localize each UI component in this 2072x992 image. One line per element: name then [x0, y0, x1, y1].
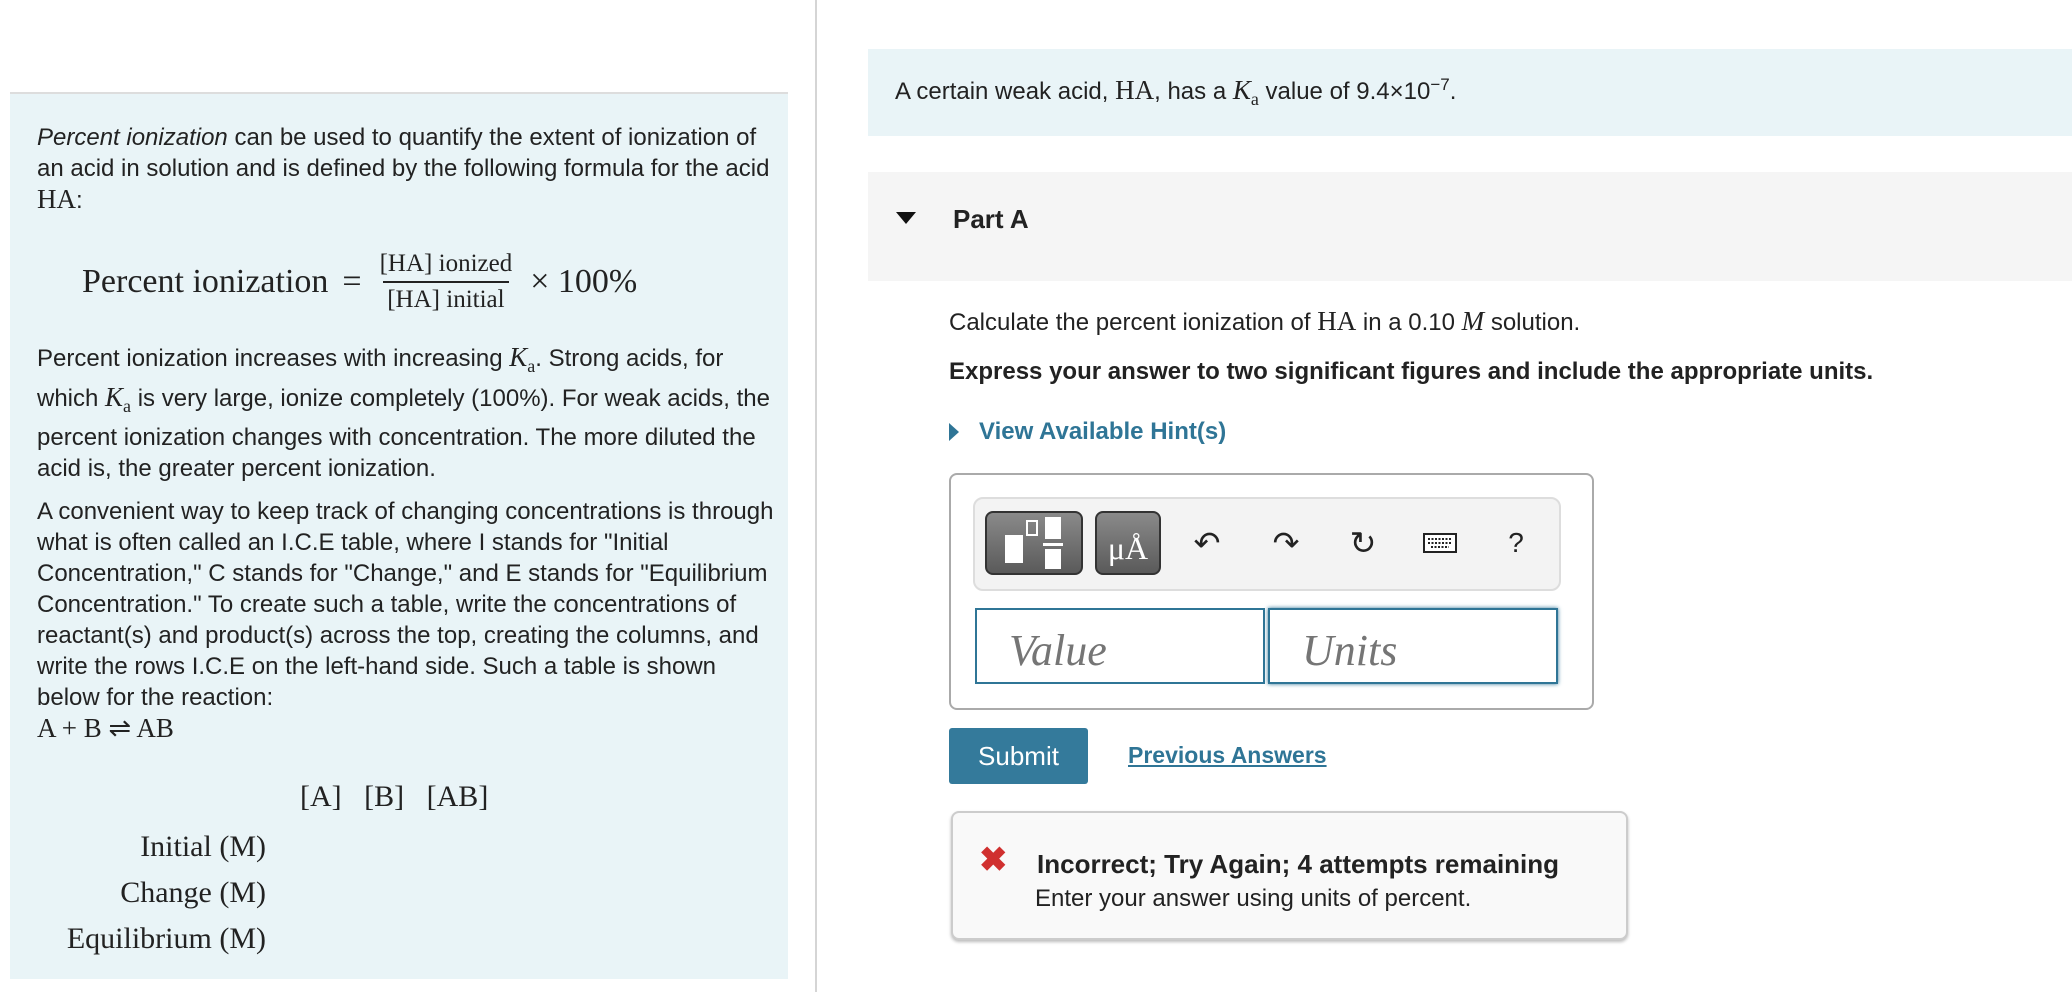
ka-symbol: K — [105, 381, 124, 412]
text: A certain weak acid, — [895, 78, 1116, 105]
text: . — [1449, 78, 1457, 105]
text: : — [76, 187, 83, 214]
ice-table-rows: Initial (M) Change (M) Equilibrium (M) — [10, 824, 266, 962]
redo-button[interactable]: ↷ — [1264, 521, 1308, 565]
submit-label: Submit — [978, 740, 1059, 771]
ice-row: Change (M) — [120, 876, 266, 909]
fraction: [HA] ionized [HA] initial — [376, 250, 517, 314]
formula-equals: = — [342, 263, 362, 300]
text: in a 0.10 — [1356, 309, 1462, 336]
intro-paragraph-3: A convenient way to keep track of changi… — [37, 496, 777, 745]
percent-ionization-formula: Percent ionization = [HA] ionized [HA] i… — [82, 242, 637, 322]
ka-subscript: a — [123, 395, 132, 416]
submit-button[interactable]: Submit — [949, 728, 1088, 784]
question-text: Calculate the percent ionization of HA i… — [949, 306, 1580, 337]
part-title: Part A — [953, 204, 1029, 234]
denominator: [HA] initial — [383, 281, 509, 314]
keyboard-icon — [1423, 533, 1457, 553]
ice-row: Equilibrium (M) — [66, 922, 266, 955]
previous-answers-link[interactable]: Previous Answers — [1128, 742, 1327, 769]
units-input[interactable] — [1268, 608, 1558, 684]
intro-paragraph-2: Percent ionization increases with increa… — [37, 342, 777, 484]
ice-table-header: [A] [B] [AB] — [300, 780, 488, 814]
templates-button[interactable] — [985, 511, 1083, 575]
text: Calculate the percent ionization of — [949, 309, 1318, 336]
pane-divider — [815, 0, 817, 992]
help-icon: ? — [1508, 527, 1524, 558]
ice-column: [B] — [364, 780, 405, 813]
keyboard-button[interactable] — [1418, 521, 1462, 565]
emphasis: Percent ionization — [37, 124, 228, 151]
formula-times-100: × 100% — [530, 263, 638, 300]
text: A convenient way to keep track of changi… — [37, 498, 774, 711]
acid-symbol: HA — [37, 184, 76, 214]
view-hints-link[interactable]: View Available Hint(s) — [979, 418, 1226, 446]
exponent: −7 — [1430, 75, 1450, 94]
feedback-message: Enter your answer using units of percent… — [1035, 885, 1472, 912]
intro-paragraph-1: Percent ionization can be used to quanti… — [37, 122, 777, 216]
text: , has a — [1154, 78, 1233, 105]
reset-button[interactable]: ↻ — [1341, 521, 1385, 565]
math-toolbar: μÅ ↶ ↷ ↻ ? — [973, 497, 1561, 591]
answer-instruction: Express your answer to two significant f… — [949, 358, 1874, 385]
ice-row: Initial (M) — [140, 830, 266, 863]
text: solution. — [1484, 309, 1581, 336]
acid-symbol: HA — [1317, 306, 1357, 336]
hints-toggle[interactable]: View Available Hint(s) — [949, 418, 1226, 446]
undo-button[interactable]: ↶ — [1185, 521, 1229, 565]
problem-text: A certain weak acid, HA, has a Ka value … — [895, 75, 1456, 110]
templates-icon — [1005, 517, 1063, 569]
units-button[interactable]: μÅ — [1095, 511, 1161, 575]
problem-statement: A certain weak acid, HA, has a Ka value … — [868, 49, 2072, 136]
intro-panel: Percent ionization can be used to quanti… — [10, 92, 788, 979]
formula-lhs: Percent ionization — [82, 263, 329, 300]
acid-symbol: HA — [1115, 75, 1155, 105]
incorrect-x-icon: ✖ — [979, 841, 1008, 879]
feedback-box: ✖ Incorrect; Try Again; 4 attempts remai… — [951, 811, 1628, 940]
ice-column: [AB] — [426, 780, 489, 813]
ka-value: value of 9.4×10 — [1258, 78, 1431, 105]
collapse-triangle-icon[interactable] — [896, 212, 916, 224]
part-a-header[interactable]: Part A — [868, 172, 2072, 281]
ka-symbol: K — [509, 342, 528, 372]
molarity-symbol: M — [1461, 306, 1485, 336]
numerator: [HA] ionized — [379, 250, 513, 277]
text: is very large, ionize completely (100%).… — [37, 384, 770, 482]
value-input[interactable] — [975, 608, 1265, 684]
help-button[interactable]: ? — [1494, 521, 1538, 565]
reset-icon: ↻ — [1349, 525, 1377, 561]
ice-column: [A] — [300, 780, 342, 813]
ka-symbol: K — [1232, 75, 1251, 105]
units-icon: μÅ — [1107, 530, 1149, 566]
undo-icon: ↶ — [1193, 525, 1221, 561]
redo-icon: ↷ — [1272, 525, 1300, 561]
reaction-equation: A + B ⇌ AB — [37, 713, 174, 743]
feedback-title: Incorrect; Try Again; 4 attempts remaini… — [1037, 849, 1560, 879]
expand-triangle-icon — [949, 423, 959, 441]
ka-subscript: a — [1250, 88, 1259, 109]
text: Percent ionization increases with increa… — [37, 345, 510, 372]
